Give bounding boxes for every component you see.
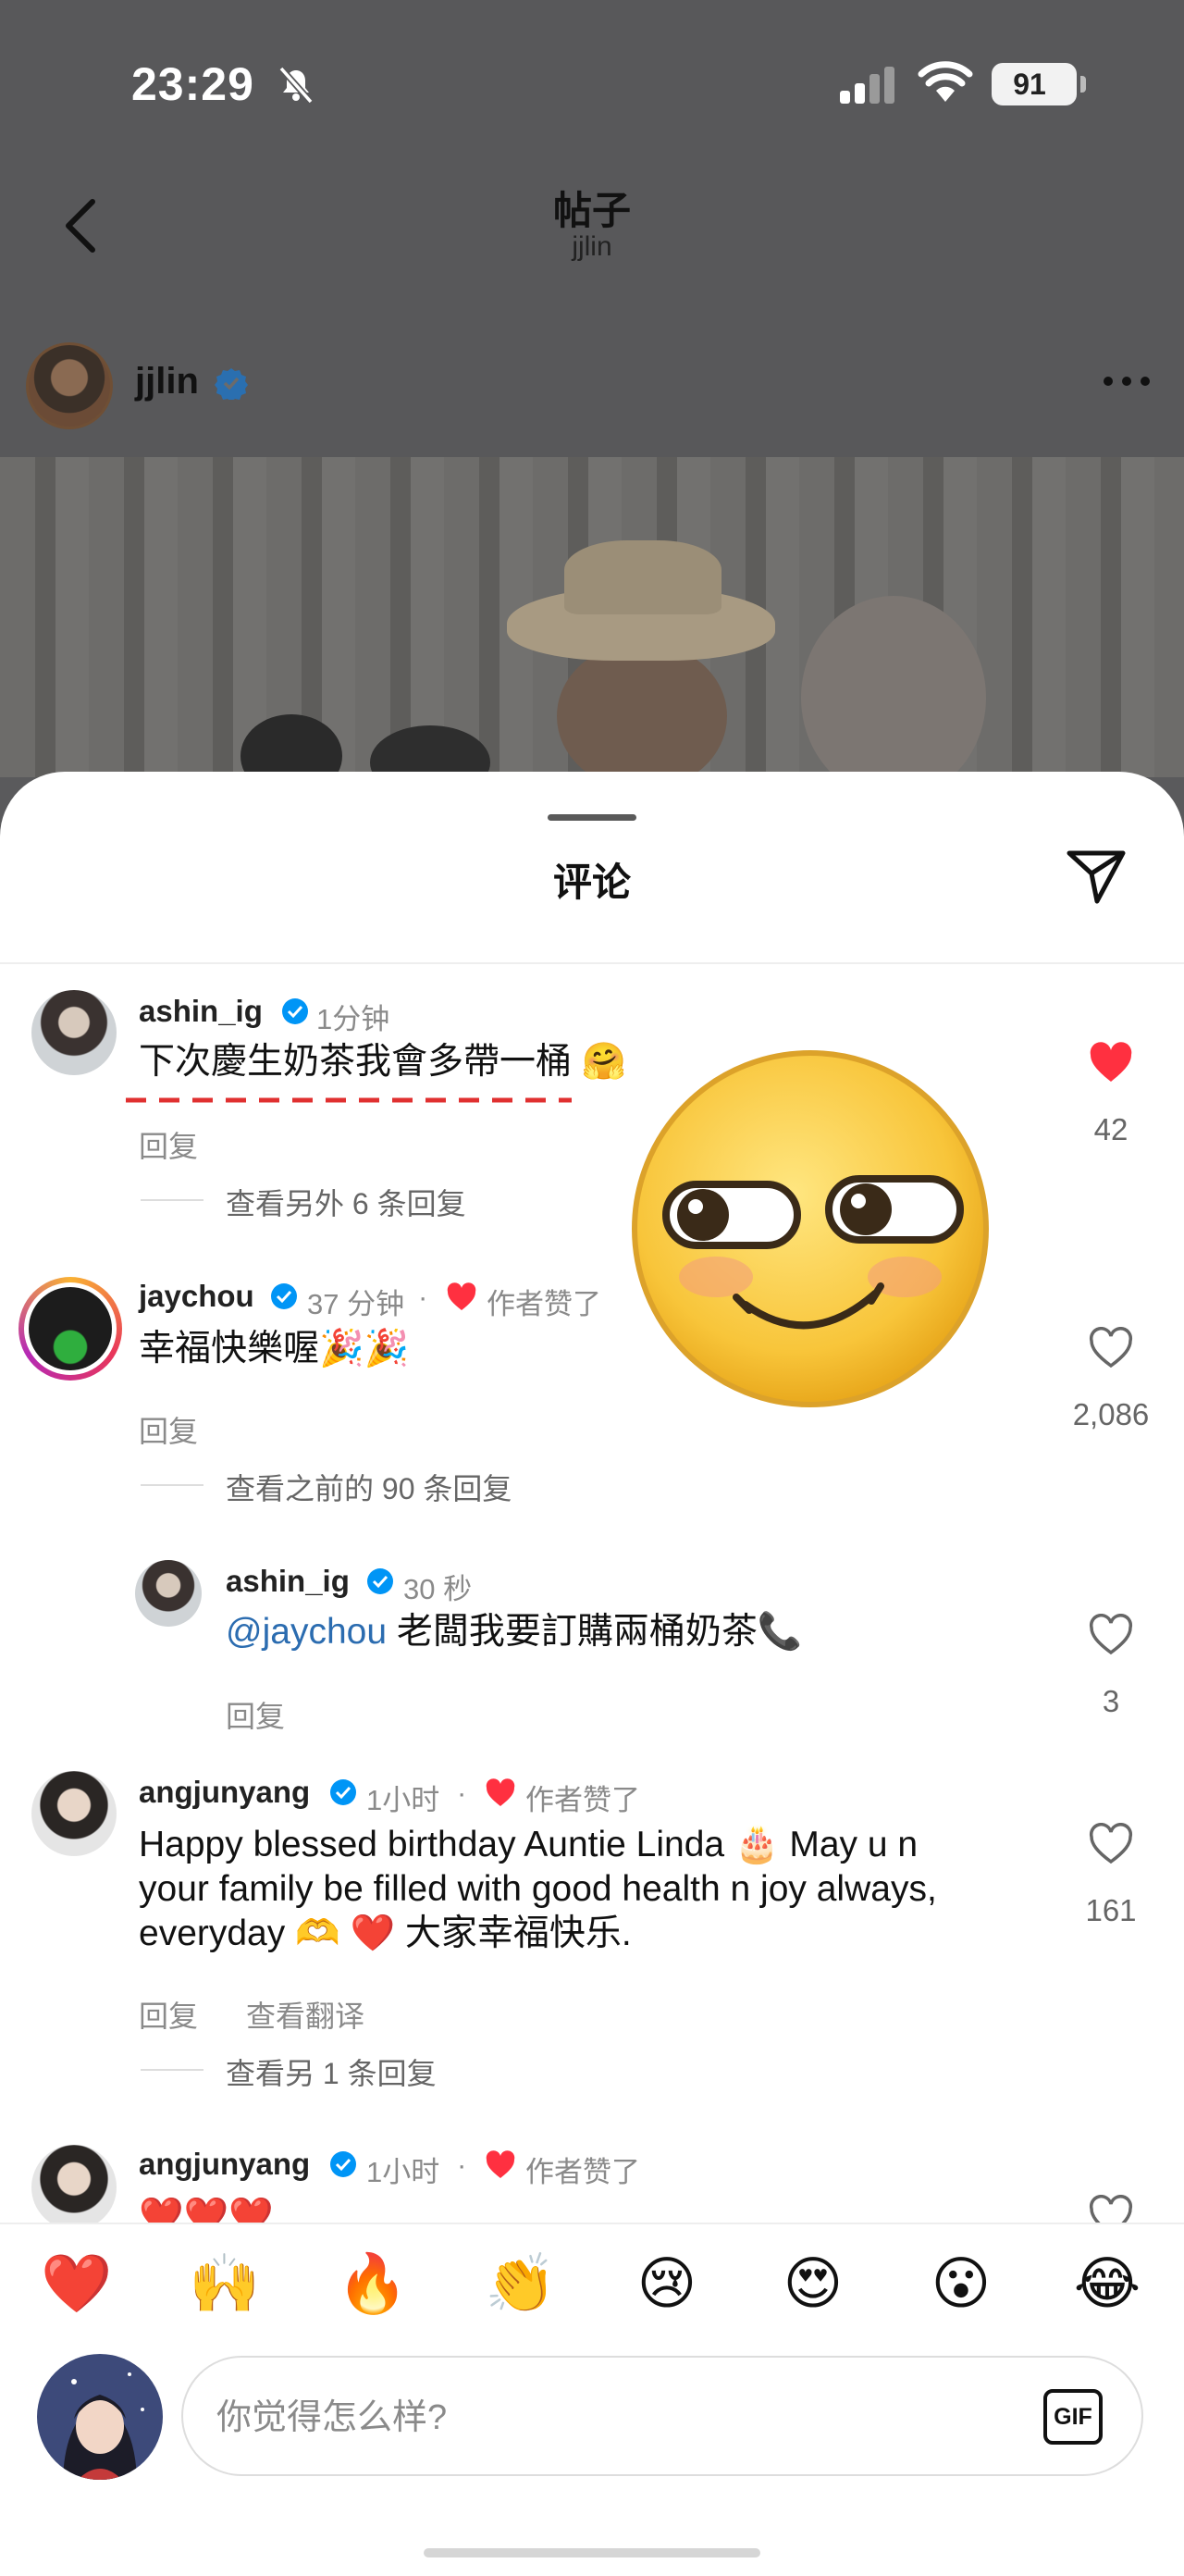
heart-icon[interactable] [1088, 1327, 1134, 1369]
composer-bar: ❤️ 🙌 🔥 👏 😢 😍 😮 😂 GIF [0, 2223, 1184, 2576]
author-liked-label: 作者赞了 [525, 1784, 640, 1816]
divider [0, 962, 1184, 964]
comment-text: 下次慶生奶茶我會多帶一桶 🤗 [139, 1042, 627, 1082]
bell-slash-icon [278, 66, 314, 105]
comment-username[interactable]: jaychou [139, 1279, 254, 1314]
heart-icon[interactable] [1088, 1042, 1134, 1084]
reaction-clap[interactable]: 👏 [479, 2243, 562, 2326]
page-title: 帖子 [552, 189, 631, 232]
reply-button[interactable]: 回复 [139, 1123, 198, 1166]
battery-icon: 91 [992, 63, 1086, 105]
home-indicator [424, 2548, 760, 2557]
comment-time: 1小时 [366, 1784, 440, 1816]
status-bar: 23:29 91 [0, 0, 1184, 167]
divider [141, 1199, 204, 1201]
comment-input-box[interactable]: GIF [181, 2356, 1143, 2476]
avatar[interactable] [31, 990, 117, 1075]
verified-badge-icon [367, 1568, 393, 1594]
avatar[interactable] [26, 342, 113, 429]
reaction-surprised[interactable]: 😮 [919, 2243, 1003, 2326]
divider [141, 1484, 204, 1486]
wifi-icon [918, 61, 973, 102]
post-background: 23:29 91 帖子 jjlin jjlin [0, 0, 1184, 777]
avatar[interactable] [31, 2145, 117, 2230]
avatar[interactable] [31, 1771, 117, 1856]
heart-icon [486, 2150, 515, 2178]
heart-icon[interactable] [1088, 1823, 1134, 1865]
reaction-cry[interactable]: 😢 [625, 2243, 709, 2326]
verified-badge-icon [282, 998, 308, 1024]
reply-button[interactable]: 回复 [139, 1993, 198, 2036]
post-header: jjlin [0, 333, 1184, 435]
reply-text: @jaychou 老闆我要訂購兩桶奶茶📞 [226, 1612, 803, 1652]
quick-reactions: ❤️ 🙌 🔥 👏 😢 😍 😮 😂 [0, 2243, 1184, 2326]
comment-text-line: everyday 🫶 ❤️ 大家幸福快乐. [139, 1913, 632, 1953]
like-count: 161 [1085, 1893, 1137, 1927]
like-count: 3 [1102, 1684, 1120, 1718]
avatar-story-ring[interactable] [18, 1277, 122, 1381]
separator-dot: · [457, 2149, 467, 2181]
mention-link[interactable]: @jaychou [226, 1612, 387, 1652]
comment-time: 1小时 [366, 2156, 440, 2188]
reply-time: 30 秒 [403, 1573, 473, 1605]
post-photo [0, 457, 1184, 777]
red-dashed-underline [126, 1097, 572, 1103]
heart-icon [447, 1282, 476, 1310]
smiley-face-sticker [632, 1050, 989, 1407]
more-dots-icon[interactable] [1101, 372, 1153, 390]
comment-text: 幸福快樂喔🎉🎉 [139, 1329, 410, 1368]
verified-badge-icon [271, 1283, 297, 1309]
reaction-fire[interactable]: 🔥 [331, 2243, 414, 2326]
reaction-laugh[interactable]: 😂 [1066, 2243, 1149, 2326]
see-translation-button[interactable]: 查看翻译 [246, 1993, 364, 2036]
author-liked-label: 作者赞了 [487, 1288, 601, 1320]
view-more-replies[interactable]: 查看另 1 条回复 [226, 2050, 437, 2093]
sheet-title: 评论 [552, 861, 631, 904]
avatar[interactable] [135, 1560, 202, 1627]
separator-dot: · [418, 1281, 428, 1313]
verified-badge-icon [330, 2151, 356, 2177]
signal-icon [840, 67, 894, 104]
battery-level: 91 [1013, 68, 1046, 101]
post-username[interactable]: jjlin [135, 361, 199, 402]
verified-badge-icon [330, 1779, 356, 1805]
comment-text-line: your family be filled with good health n… [139, 1869, 937, 1909]
comment-time: 37 分钟 [307, 1288, 405, 1320]
nav-bar: 帖子 jjlin [0, 167, 1184, 287]
heart-icon[interactable] [1088, 1614, 1134, 1656]
reaction-heart-eyes[interactable]: 😍 [771, 2243, 855, 2326]
comment-username[interactable]: ashin_ig [139, 994, 263, 1029]
view-more-replies[interactable]: 查看另外 6 条回复 [226, 1181, 466, 1223]
comment-username[interactable]: angjunyang [139, 1775, 310, 1810]
page-subtitle: jjlin [572, 231, 612, 262]
divider [141, 2069, 204, 2071]
share-send-icon[interactable] [1064, 846, 1128, 907]
gif-icon[interactable]: GIF [1043, 2389, 1103, 2445]
reply-button[interactable]: 回复 [226, 1693, 285, 1736]
like-count: 2,086 [1072, 1397, 1150, 1431]
separator-dot: · [457, 1777, 467, 1809]
heart-icon [486, 1778, 515, 1806]
drag-handle[interactable] [548, 814, 636, 821]
reaction-raised-hands[interactable]: 🙌 [183, 2243, 266, 2326]
author-liked-label: 作者赞了 [525, 2156, 640, 2188]
status-time: 23:29 [131, 58, 254, 110]
reaction-heart[interactable]: ❤️ [35, 2243, 118, 2326]
comment-username[interactable]: angjunyang [139, 2147, 310, 2182]
my-avatar [37, 2354, 163, 2480]
view-previous-replies[interactable]: 查看之前的 90 条回复 [226, 1466, 512, 1508]
reply-button[interactable]: 回复 [139, 1408, 198, 1451]
comment-text-line: Happy blessed birthday Auntie Linda 🎂 Ma… [139, 1825, 919, 1864]
reply-username[interactable]: ashin_ig [226, 1564, 350, 1599]
verified-badge-icon [215, 368, 248, 400]
comment-time: 1分钟 [316, 1003, 390, 1035]
comment-input[interactable] [216, 2385, 975, 2450]
like-count: 42 [1093, 1112, 1128, 1146]
